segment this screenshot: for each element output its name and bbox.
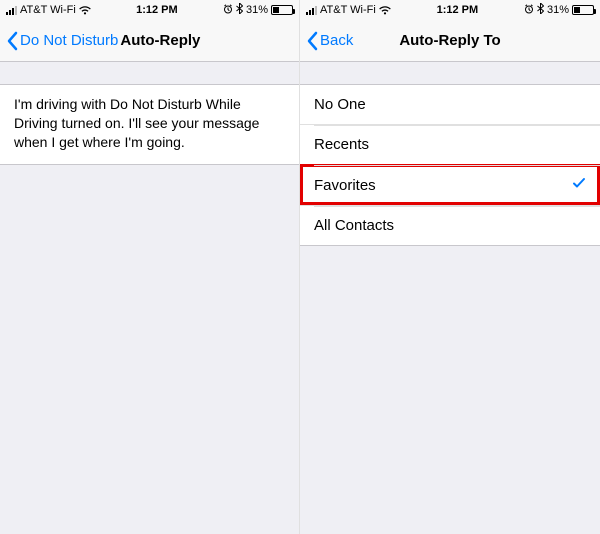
chevron-left-icon	[306, 31, 318, 51]
back-button[interactable]: Back	[306, 31, 353, 51]
carrier-label: AT&T Wi-Fi	[320, 4, 376, 16]
option-all-contacts[interactable]: All Contacts	[300, 205, 600, 246]
checkmark-icon	[572, 176, 586, 194]
bluetooth-icon	[537, 3, 544, 17]
option-label: Recents	[314, 136, 369, 153]
carrier-label: AT&T Wi-Fi	[20, 4, 76, 16]
clock: 1:12 PM	[136, 4, 178, 16]
wifi-icon	[79, 6, 91, 15]
cellular-signal-icon	[6, 6, 17, 15]
screenshot-right: AT&T Wi-Fi 1:12 PM 31% Back Auto-Reply T…	[300, 0, 600, 534]
navigation-bar: Back Auto-Reply To	[300, 20, 600, 62]
bluetooth-icon	[236, 3, 243, 17]
cellular-signal-icon	[306, 6, 317, 15]
alarm-icon	[223, 4, 233, 17]
option-label: Favorites	[314, 177, 376, 194]
clock: 1:12 PM	[437, 4, 479, 16]
chevron-left-icon	[6, 31, 18, 51]
option-label: No One	[314, 96, 366, 113]
option-label: All Contacts	[314, 217, 394, 234]
battery-icon	[572, 5, 594, 15]
options-list: No One Recents Favorites All Contacts	[300, 84, 600, 246]
back-button[interactable]: Do Not Disturb	[6, 31, 118, 51]
status-bar: AT&T Wi-Fi 1:12 PM 31%	[0, 0, 299, 20]
navigation-bar: Do Not Disturb Auto-Reply	[0, 20, 299, 62]
option-recents[interactable]: Recents	[300, 124, 600, 164]
option-favorites[interactable]: Favorites	[300, 164, 600, 205]
back-label: Do Not Disturb	[20, 32, 118, 49]
screenshot-left: AT&T Wi-Fi 1:12 PM 31% Do Not Disturb Au…	[0, 0, 300, 534]
back-label: Back	[320, 32, 353, 49]
battery-percent: 31%	[246, 4, 268, 16]
wifi-icon	[379, 6, 391, 15]
battery-icon	[271, 5, 293, 15]
alarm-icon	[524, 4, 534, 17]
auto-reply-message-text: I'm driving with Do Not Disturb While Dr…	[14, 96, 259, 150]
status-bar: AT&T Wi-Fi 1:12 PM 31%	[300, 0, 600, 20]
auto-reply-message[interactable]: I'm driving with Do Not Disturb While Dr…	[0, 84, 299, 165]
battery-percent: 31%	[547, 4, 569, 16]
option-no-one[interactable]: No One	[300, 84, 600, 124]
page-title: Auto-Reply	[120, 32, 200, 49]
